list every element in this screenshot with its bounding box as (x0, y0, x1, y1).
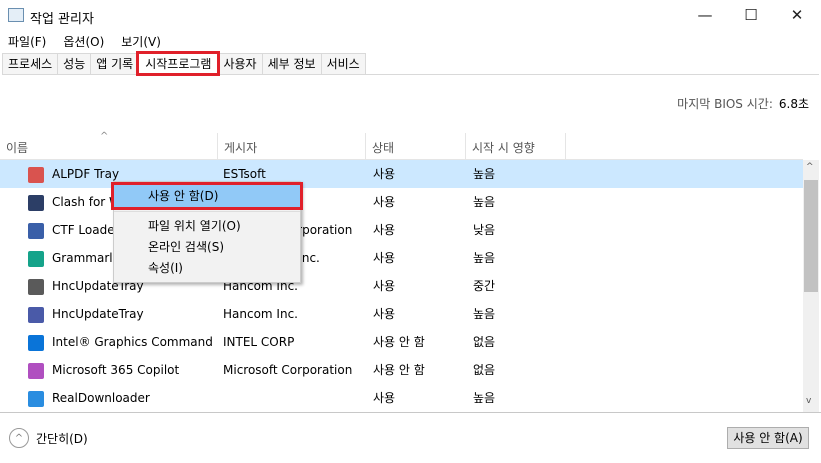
row-status: 사용 (373, 279, 396, 293)
tab-details[interactable]: 세부 정보 (261, 53, 322, 74)
tab-processes[interactable]: 프로세스 (2, 53, 59, 74)
hnc-update-icon (28, 279, 44, 295)
row-status: 사용 (373, 167, 396, 181)
row-name: Intel® Graphics Command ... (52, 335, 212, 349)
row-name: HncUpdateTray (52, 307, 144, 321)
ctf-loader-icon (28, 223, 44, 239)
grammarly-icon (28, 251, 44, 267)
maximize-button[interactable]: ☐ (728, 0, 774, 32)
window-title: 작업 관리자 (30, 12, 94, 27)
context-search-online[interactable]: 온라인 검색(S) (114, 236, 300, 258)
table-row[interactable]: Microsoft 365 Copilot Microsoft Corporat… (0, 356, 803, 384)
chevron-up-icon[interactable]: ^ (9, 428, 29, 448)
context-disable[interactable]: 사용 안 함(D) (111, 182, 303, 210)
row-impact: 없음 (473, 335, 496, 349)
row-status: 사용 (373, 223, 396, 237)
row-name: Microsoft 365 Copilot (52, 363, 180, 377)
clash-icon (28, 195, 44, 211)
close-button[interactable]: ✕ (774, 0, 820, 32)
column-header: ^ 이름 게시자 상태 시작 시 영향 (0, 131, 803, 160)
row-publisher: Hancom Inc. (223, 307, 298, 321)
column-impact[interactable]: 시작 시 영향 (466, 133, 566, 160)
collapse-link[interactable]: 간단히(D) (36, 430, 88, 447)
row-status: 사용 (373, 391, 396, 405)
context-properties[interactable]: 속성(I) (114, 257, 300, 279)
bios-value: 6.8초 (778, 97, 809, 111)
disable-button[interactable]: 사용 안 함(A) (727, 427, 809, 449)
menu-bar: 파일(F) 옵션(O) 보기(V) (0, 32, 170, 52)
column-name[interactable]: 이름 (0, 133, 218, 160)
tab-users[interactable]: 사용자 (217, 53, 263, 74)
row-impact: 높음 (473, 307, 496, 321)
row-impact: 중간 (473, 279, 496, 293)
hnc-update-icon (28, 307, 44, 323)
row-impact: 낮음 (473, 223, 496, 237)
copilot-icon (28, 363, 44, 379)
row-status: 사용 (373, 195, 396, 209)
row-impact: 높음 (473, 251, 496, 265)
task-manager-icon (8, 8, 24, 22)
menu-options[interactable]: 옵션(O) (55, 32, 113, 52)
row-impact: 높음 (473, 391, 496, 405)
realdownloader-icon (28, 391, 44, 407)
title-bar: 작업 관리자 — ☐ ✕ (0, 0, 821, 32)
column-status[interactable]: 상태 (366, 133, 466, 160)
alpdf-icon (28, 167, 44, 183)
tab-performance[interactable]: 성능 (57, 53, 92, 74)
menu-view[interactable]: 보기(V) (113, 32, 170, 52)
row-impact: 높음 (473, 167, 496, 181)
footer: ^ 간단히(D) 사용 안 함(A) (0, 412, 821, 463)
tab-bar: 프로세스 성능 앱 기록 시작프로그램 사용자 세부 정보 서비스 (2, 51, 819, 76)
column-publisher[interactable]: 게시자 (218, 133, 366, 160)
row-impact: 없음 (473, 363, 496, 377)
menu-separator (114, 211, 300, 212)
row-status: 사용 안 함 (373, 335, 425, 349)
row-publisher: Microsoft Corporation (223, 363, 353, 377)
bios-label: 마지막 BIOS 시간: (677, 97, 773, 111)
tab-startup[interactable]: 시작프로그램 (136, 51, 221, 76)
menu-file[interactable]: 파일(F) (0, 32, 55, 52)
context-menu: 사용 안 함(D) 파일 위치 열기(O) 온라인 검색(S) 속성(I) (111, 181, 303, 283)
scrollbar-thumb[interactable] (804, 180, 818, 292)
tab-app-history[interactable]: 앱 기록 (90, 53, 140, 74)
minimize-button[interactable]: — (682, 0, 728, 32)
scroll-down-icon[interactable]: v (806, 396, 811, 406)
row-name: RealDownloader (52, 391, 150, 405)
row-status: 사용 (373, 251, 396, 265)
scroll-up-icon[interactable]: ^ (806, 162, 814, 172)
row-impact: 높음 (473, 195, 496, 209)
row-status: 사용 (373, 307, 396, 321)
table-row[interactable]: Intel® Graphics Command ... INTEL CORP 사… (0, 328, 803, 356)
table-row[interactable]: RealDownloader 사용 높음 (0, 384, 803, 412)
intel-graphics-icon (28, 335, 44, 351)
context-open-file-location[interactable]: 파일 위치 열기(O) (114, 215, 300, 237)
table-row[interactable]: HncUpdateTray Hancom Inc. 사용 높음 (0, 300, 803, 328)
bios-time: 마지막 BIOS 시간: 6.8초 (677, 95, 809, 112)
row-status: 사용 안 함 (373, 363, 425, 377)
row-publisher: INTEL CORP (223, 335, 295, 349)
tab-services[interactable]: 서비스 (320, 53, 366, 74)
